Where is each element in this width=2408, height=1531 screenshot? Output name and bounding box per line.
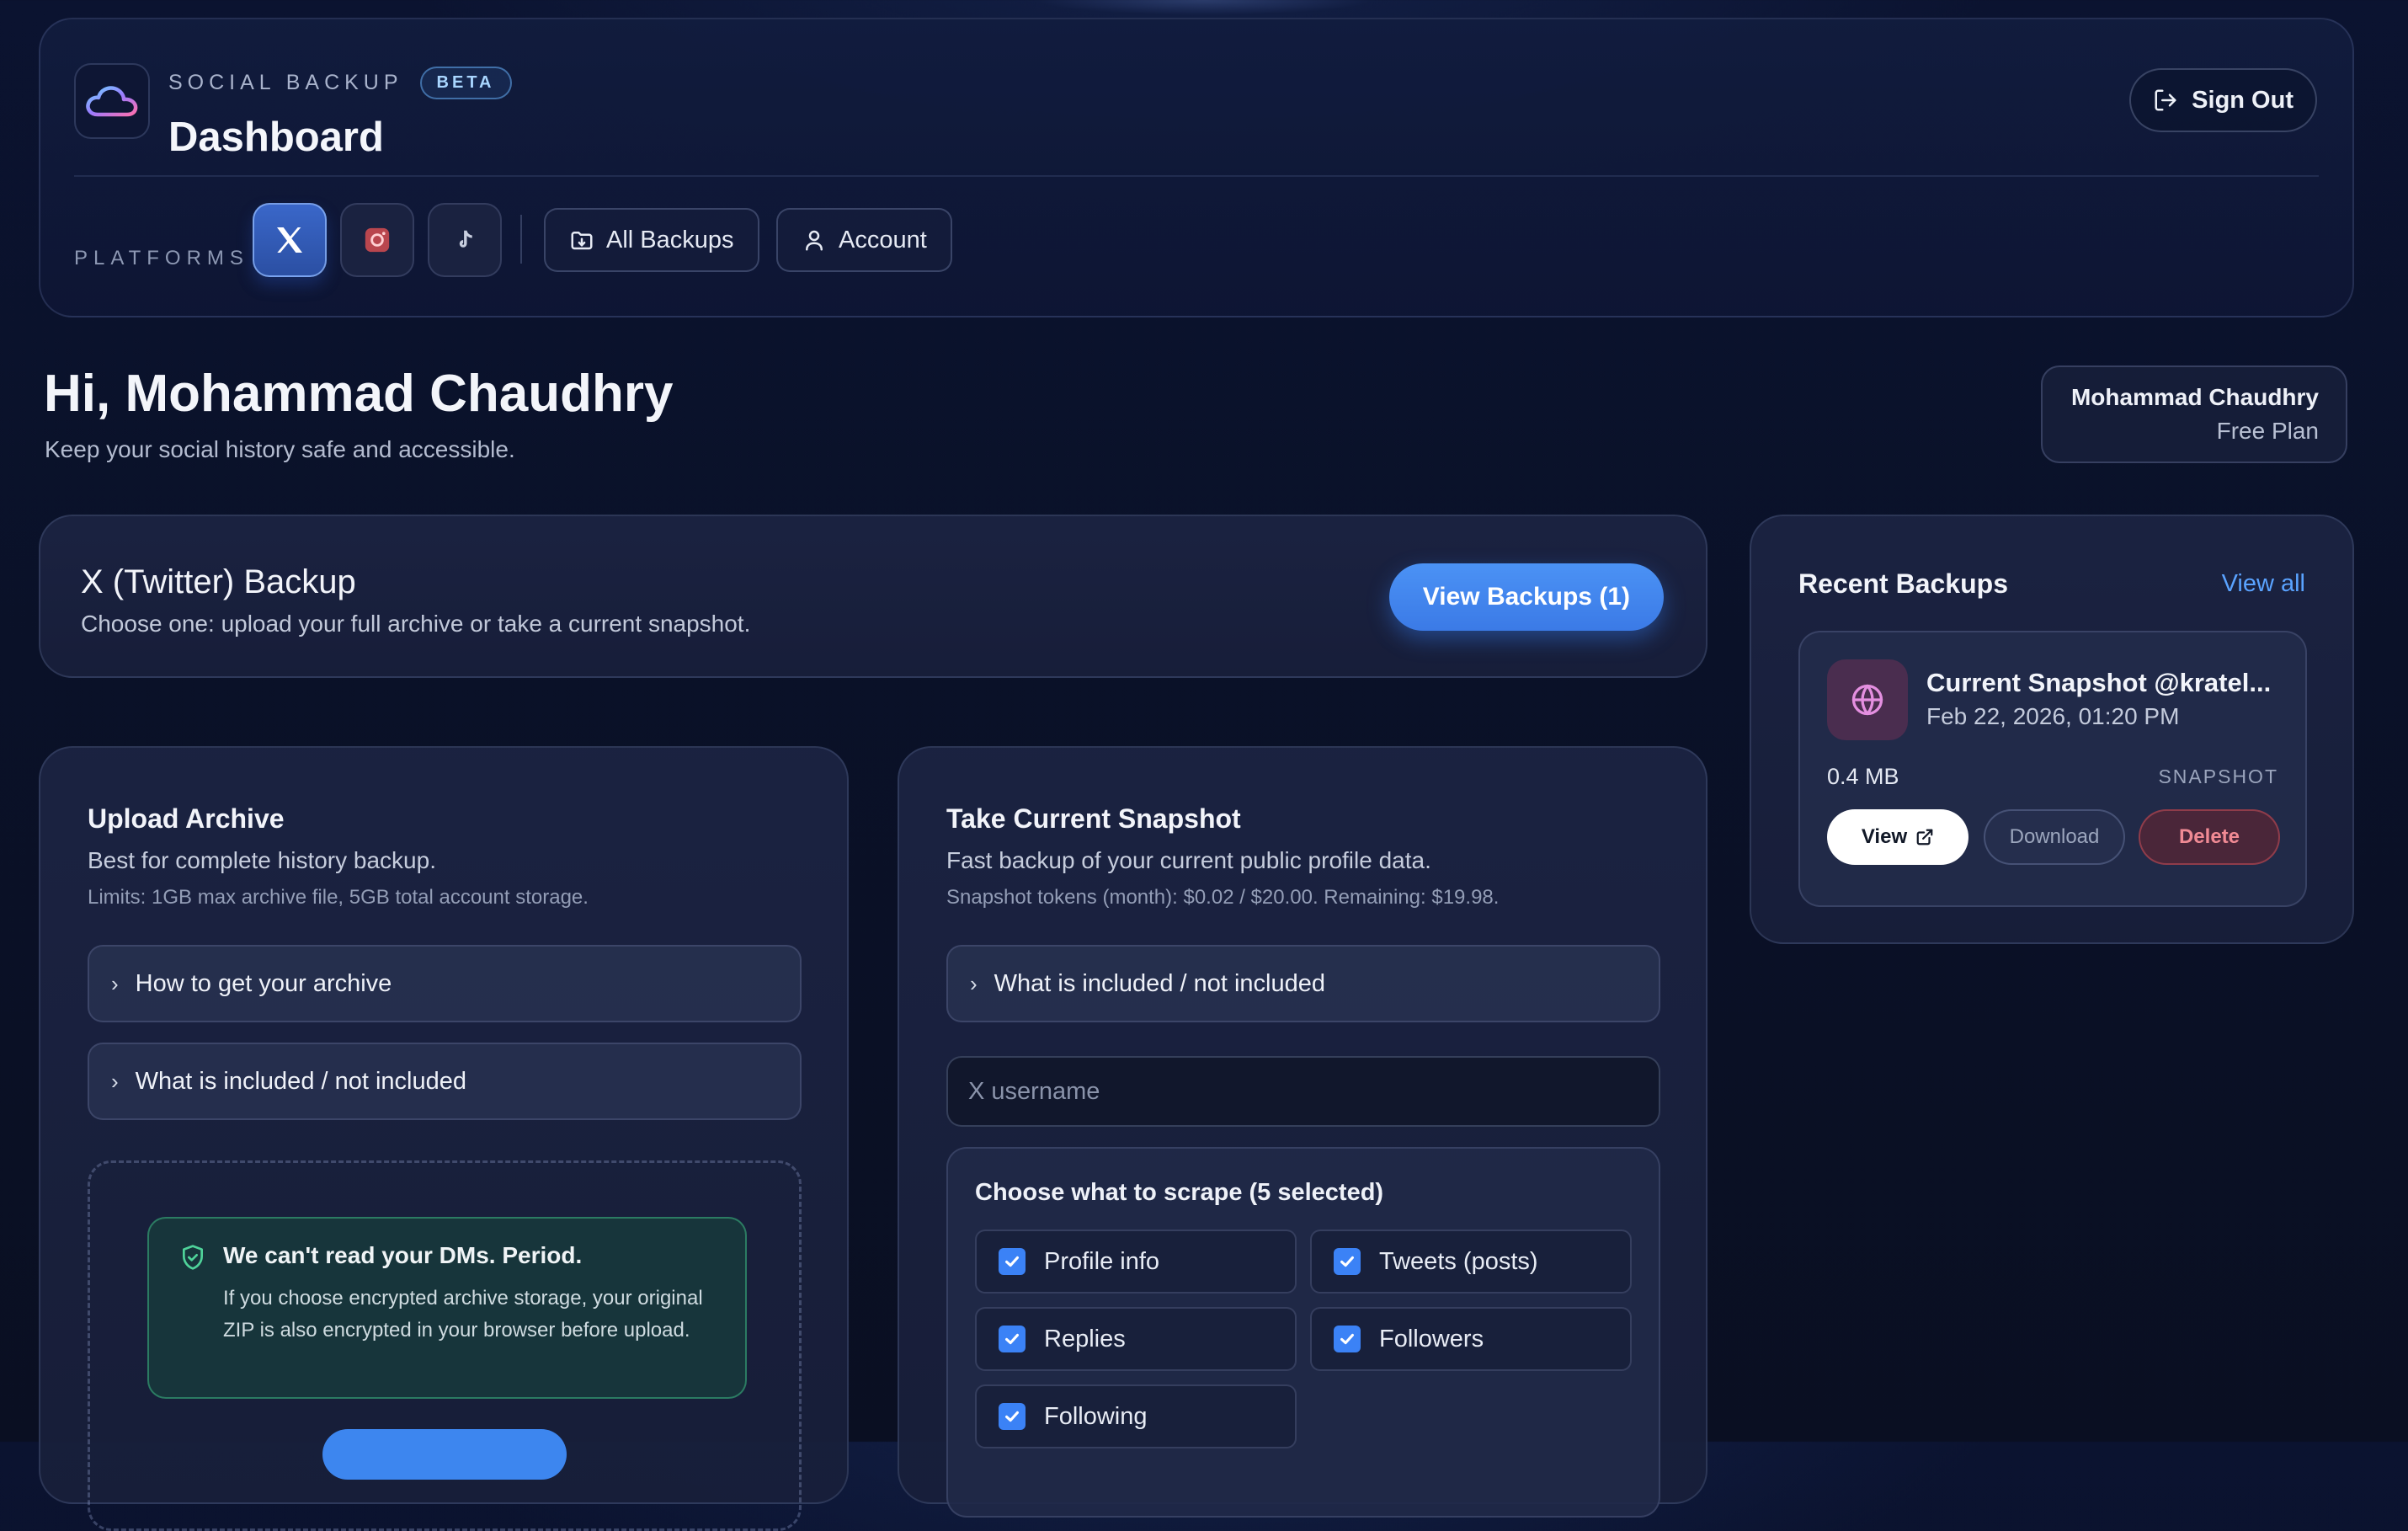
checkbox-following[interactable]: Following: [975, 1384, 1297, 1448]
accordion-label: How to get your archive: [135, 969, 392, 997]
page-title: Dashboard: [168, 115, 384, 160]
snapshot-subtitle: Fast backup of your current public profi…: [946, 847, 1431, 873]
shield-check-icon: [183, 1245, 203, 1270]
chevron-right-icon: ›: [111, 1068, 119, 1094]
chevron-right-icon: ›: [970, 970, 978, 996]
backup-list-item: Current Snapshot @kratel... Feb 22, 2026…: [1798, 631, 2307, 907]
snapshot-title: Take Current Snapshot: [946, 803, 1241, 834]
recent-backups-title: Recent Backups: [1798, 568, 2008, 599]
platform-instagram-button[interactable]: [340, 203, 414, 277]
checkbox-checked-icon: [999, 1326, 1026, 1352]
greeting-subtitle: Keep your social history safe and access…: [45, 436, 515, 462]
nav-divider: [520, 215, 522, 264]
account-button[interactable]: Account: [776, 208, 952, 272]
upload-archive-card: Upload Archive Best for complete history…: [39, 746, 849, 1531]
backup-view-button[interactable]: View: [1827, 809, 1968, 865]
snapshot-tokens: Snapshot tokens (month): $0.02 / $20.00.…: [946, 886, 1500, 909]
platforms-label: PLATFORMS: [74, 247, 249, 269]
checkbox-replies[interactable]: Replies: [975, 1307, 1297, 1371]
accordion-included-snapshot[interactable]: › What is included / not included: [946, 945, 1660, 1022]
platform-tiktok-button[interactable]: [428, 203, 502, 277]
checkbox-label: Profile info: [1044, 1247, 1160, 1275]
user-plan: Free Plan: [2216, 418, 2319, 444]
checkbox-checked-icon: [999, 1248, 1026, 1275]
backup-view-label: View: [1861, 825, 1908, 848]
backup-delete-button[interactable]: Delete: [2139, 809, 2280, 865]
all-backups-label: All Backups: [606, 226, 734, 253]
user-icon: [806, 230, 823, 251]
scrape-title: Choose what to scrape (5 selected): [975, 1179, 1384, 1206]
dm-notice-text: If you choose encrypted archive storage,…: [223, 1287, 703, 1342]
brand: SOCIAL BACKUP BETA: [168, 67, 512, 99]
app-header: SOCIAL BACKUP BETA Dashboard Sign Out PL…: [39, 18, 2354, 317]
upload-archive-button[interactable]: [322, 1429, 567, 1480]
dm-notice-title: We can't read your DMs. Period.: [223, 1242, 583, 1268]
upload-title: Upload Archive: [88, 803, 285, 834]
upload-limits: Limits: 1GB max archive file, 5GB total …: [88, 886, 589, 909]
backup-item-date: Feb 22, 2026, 01:20 PM: [1926, 703, 2180, 729]
accordion-how-to-get-archive[interactable]: › How to get your archive: [88, 945, 802, 1022]
header-divider: [74, 175, 2319, 177]
globe-icon: [1851, 684, 1883, 716]
user-name: Mohammad Chaudhry: [2070, 384, 2319, 410]
checkbox-label: Followers: [1379, 1325, 1484, 1352]
snapshot-card: Take Current Snapshot Fast backup of you…: [898, 746, 1707, 1518]
backup-subtitle: Choose one: upload your full archive or …: [81, 611, 751, 637]
account-label: Account: [839, 226, 927, 253]
checkbox-followers[interactable]: Followers: [1310, 1307, 1632, 1371]
checkbox-label: Tweets (posts): [1379, 1247, 1538, 1275]
upload-subtitle: Best for complete history backup.: [88, 847, 436, 873]
view-backups-button[interactable]: View Backups (1): [1388, 563, 1664, 631]
top-glow: [1036, 0, 1372, 15]
backup-title: X (Twitter) Backup: [81, 563, 356, 600]
brand-name: SOCIAL BACKUP: [168, 71, 403, 94]
sign-out-button[interactable]: Sign Out: [2129, 68, 2317, 132]
dm-privacy-notice: We can't read your DMs. Period. If you c…: [147, 1217, 747, 1399]
backup-download-button[interactable]: Download: [1984, 809, 2125, 865]
checkbox-checked-icon: [1334, 1248, 1361, 1275]
user-card: Mohammad Chaudhry Free Plan: [2041, 365, 2347, 463]
folder-cloud-icon: [571, 232, 593, 250]
backup-item-size: 0.4 MB: [1827, 764, 1899, 789]
accordion-label: What is included / not included: [994, 969, 1326, 997]
app-logo: [74, 63, 150, 139]
checkbox-profile-info[interactable]: Profile info: [975, 1230, 1297, 1294]
snapshot-thumb: [1827, 659, 1908, 740]
checkbox-checked-icon: [999, 1403, 1026, 1430]
checkbox-label: Following: [1044, 1402, 1148, 1430]
view-all-link[interactable]: View all: [2222, 570, 2305, 598]
cloud-logo-icon: [86, 86, 138, 117]
x-logo-icon: [277, 227, 302, 253]
recent-backups-card: Recent Backups View all Current Snapshot…: [1750, 515, 2354, 944]
instagram-icon: [365, 227, 390, 253]
sign-out-label: Sign Out: [2192, 86, 2293, 114]
accordion-label: What is included / not included: [135, 1067, 467, 1095]
twitter-backup-card: X (Twitter) Backup Choose one: upload yo…: [39, 515, 1707, 678]
tiktok-icon: [459, 230, 472, 248]
checkbox-label: Replies: [1044, 1325, 1126, 1352]
checkbox-checked-icon: [1334, 1326, 1361, 1352]
backup-item-title: Current Snapshot @kratel...: [1926, 668, 2272, 697]
platform-x-button[interactable]: [253, 203, 327, 277]
external-link-icon: [1916, 829, 1933, 846]
greeting-title: Hi, Mohammad Chaudhry: [44, 365, 674, 423]
accordion-included-upload[interactable]: › What is included / not included: [88, 1043, 802, 1120]
beta-badge: BETA: [419, 67, 512, 99]
backup-item-type: SNAPSHOT: [2158, 766, 2278, 787]
chevron-right-icon: ›: [111, 970, 119, 996]
archive-dropzone[interactable]: We can't read your DMs. Period. If you c…: [88, 1160, 802, 1531]
scrape-options: Choose what to scrape (5 selected) Profi…: [946, 1147, 1660, 1518]
all-backups-button[interactable]: All Backups: [544, 208, 759, 272]
sign-out-icon: [2155, 89, 2176, 111]
x-username-input[interactable]: [946, 1056, 1660, 1127]
checkbox-tweets[interactable]: Tweets (posts): [1310, 1230, 1632, 1294]
